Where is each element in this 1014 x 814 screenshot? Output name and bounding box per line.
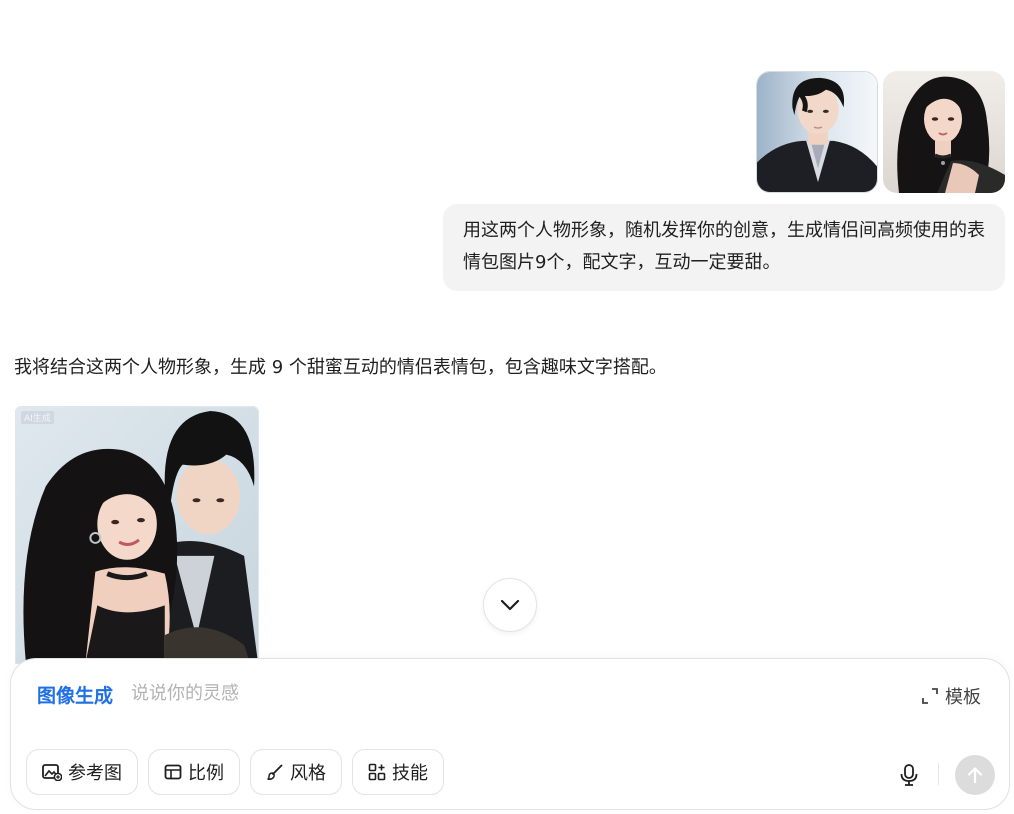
skills-button[interactable]: 技能 xyxy=(352,749,444,795)
couple-portrait-icon xyxy=(16,407,258,663)
skills-label: 技能 xyxy=(392,763,428,784)
aspect-ratio-icon xyxy=(164,764,182,780)
style-label: 风格 xyxy=(290,763,326,784)
ai-generated-badge: AI生成 xyxy=(21,411,54,424)
prompt-input[interactable] xyxy=(131,678,771,708)
style-button[interactable]: 风格 xyxy=(250,749,342,795)
generated-image[interactable]: AI生成 xyxy=(15,406,259,664)
reference-image-label: 参考图 xyxy=(68,763,122,784)
chat-page: 用这两个人物形象，随机发挥你的创意，生成情侣间高频使用的表情包图片9个，配文字，… xyxy=(0,0,1014,814)
image-add-icon xyxy=(42,764,62,781)
reference-image-woman[interactable] xyxy=(883,71,1005,193)
reference-image-man[interactable] xyxy=(756,71,878,193)
send-button[interactable] xyxy=(955,755,995,795)
user-attachments xyxy=(756,71,1005,193)
scroll-to-bottom-button[interactable] xyxy=(483,578,537,632)
aspect-ratio-button[interactable]: 比例 xyxy=(148,749,240,795)
reference-image-button[interactable]: 参考图 xyxy=(26,749,138,795)
portrait-woman-icon xyxy=(883,71,1005,193)
expand-icon xyxy=(922,688,938,704)
composer: 图像生成 模板 参考图 xyxy=(10,658,1010,810)
arrow-up-icon xyxy=(967,767,983,784)
template-label: 模板 xyxy=(945,687,981,708)
toolbar-divider xyxy=(938,763,939,785)
chevron-down-icon xyxy=(500,599,520,611)
aspect-ratio-label: 比例 xyxy=(188,763,224,784)
microphone-icon[interactable] xyxy=(898,763,920,787)
composer-toolbar: 参考图 比例 风格 技能 xyxy=(26,749,444,795)
template-button[interactable]: 模板 xyxy=(921,683,981,709)
portrait-man-icon xyxy=(757,72,877,192)
brush-icon xyxy=(267,764,283,781)
user-message-bubble: 用这两个人物形象，随机发挥你的创意，生成情侣间高频使用的表情包图片9个，配文字，… xyxy=(443,204,1005,291)
apps-icon xyxy=(368,763,386,781)
mode-label-image-generation[interactable]: 图像生成 xyxy=(37,681,113,708)
assistant-message-text: 我将结合这两个人物形象，生成 9 个甜蜜互动的情侣表情包，包含趣味文字搭配。 xyxy=(14,357,667,378)
